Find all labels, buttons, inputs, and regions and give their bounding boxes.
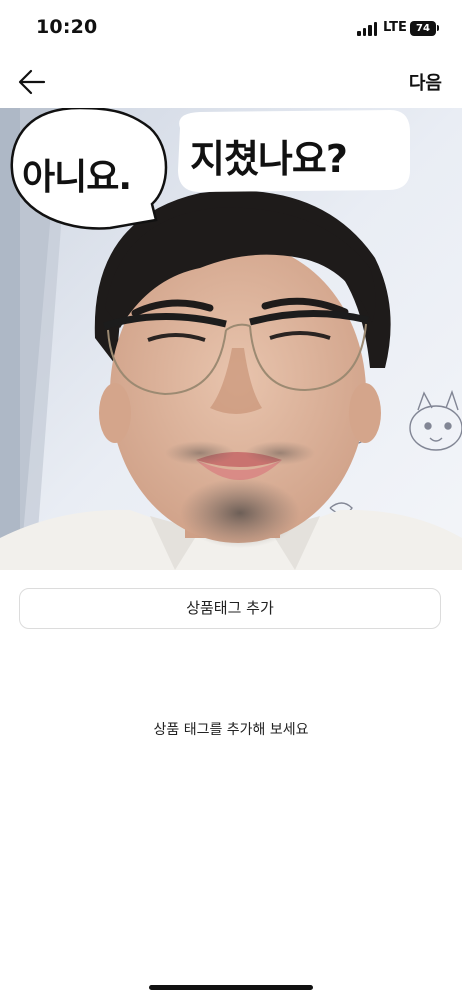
- home-indicator[interactable]: [149, 985, 313, 990]
- status-time: 10:20: [36, 16, 98, 38]
- speech-bubble-right: 지쳤나요?: [190, 137, 348, 181]
- cellular-signal-icon: [357, 22, 379, 36]
- product-tag-hint: 상품 태그를 추가해 보세요: [153, 722, 309, 738]
- network-type: LTE: [383, 20, 407, 35]
- battery-cap: [437, 25, 439, 31]
- next-button[interactable]: 다음: [409, 69, 442, 95]
- speech-bubble-left: 아니요.: [22, 157, 132, 198]
- add-product-tag-button[interactable]: 상품태그 추가: [19, 588, 441, 629]
- arrow-left-icon: [18, 69, 46, 95]
- status-bar: 10:20 LTE 74: [0, 0, 462, 56]
- photo-preview[interactable]: 아니요. 지쳤나요?: [0, 108, 462, 570]
- back-button[interactable]: [14, 64, 50, 100]
- battery-icon: 74: [410, 21, 436, 36]
- nav-bar: 다음: [0, 56, 462, 108]
